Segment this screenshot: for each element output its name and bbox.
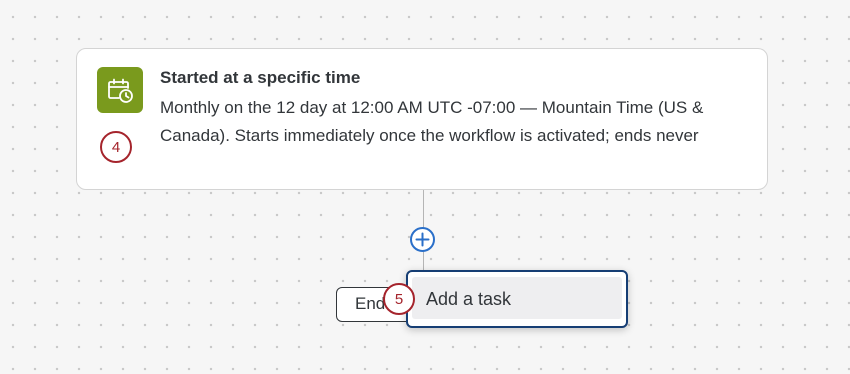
trigger-title: Started at a specific time — [160, 68, 361, 87]
add-menu-popover: Add a task — [406, 270, 628, 328]
calendar-clock-icon — [97, 67, 143, 113]
trigger-description: Monthly on the 12 day at 12:00 AM UTC -0… — [160, 98, 704, 145]
plus-icon — [415, 232, 430, 247]
step-badge-5: 5 — [383, 283, 415, 315]
trigger-card[interactable]: Started at a specific time Monthly on th… — [76, 48, 768, 190]
menu-item-add-task[interactable]: Add a task — [412, 277, 622, 319]
add-step-button[interactable] — [410, 227, 435, 252]
step-badge-4: 4 — [100, 131, 132, 163]
connector-line — [423, 190, 424, 228]
